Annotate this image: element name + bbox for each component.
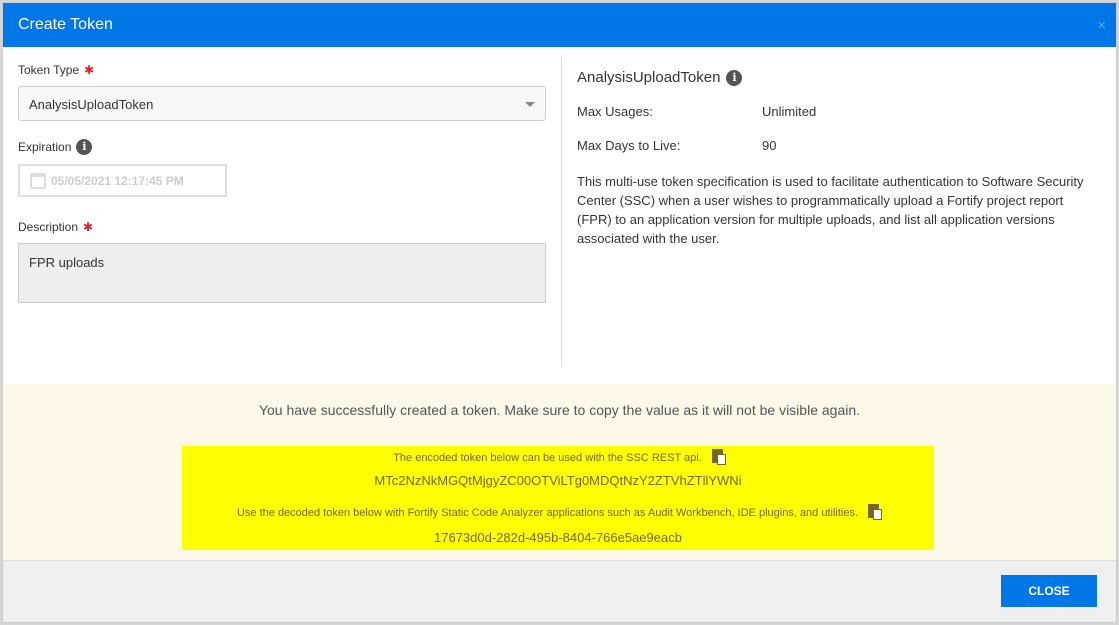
expiration-label: Expiration (18, 140, 72, 154)
required-icon: ✱ (84, 63, 95, 77)
close-icon[interactable]: × (1097, 17, 1106, 34)
dialog-footer: CLOSE (3, 560, 1116, 622)
token-box: The encoded token below can be used with… (182, 446, 934, 550)
max-usages-value: Unlimited (762, 104, 817, 119)
max-days-value: 90 (762, 138, 777, 153)
max-days-label: Max Days to Live: (577, 138, 681, 153)
token-type-value: AnalysisUploadToken (29, 97, 154, 112)
dialog-header: Create Token × (3, 3, 1116, 47)
success-panel: You have successfully created a token. M… (3, 384, 1116, 562)
copy-icon[interactable] (868, 504, 883, 520)
description-label: Description (18, 220, 79, 234)
decoded-token-label: Use the decoded token below with Fortify… (236, 507, 859, 519)
decoded-token: 17673d0d-282d-495b-8404-766e5ae9eacb (434, 530, 682, 545)
dialog-title: Create Token (18, 16, 113, 33)
success-message: You have successfully created a token. M… (258, 402, 861, 418)
info-icon[interactable]: i (76, 139, 93, 155)
close-button[interactable]: CLOSE (1001, 575, 1097, 607)
details-title: AnalysisUploadToken (577, 69, 721, 86)
required-icon: ✱ (83, 220, 94, 234)
encoded-token: MTc2NzNkMGQtMjgyZC00OTViLTg0MDQtNzY2ZTVh… (374, 473, 742, 488)
expiration-value: 05/05/2021 12:17:45 PM (51, 173, 184, 188)
create-token-dialog: Create Token × Token Type ✱ AnalysisUploa… (2, 2, 1117, 623)
token-type-label: Token Type (18, 63, 80, 77)
description-field[interactable]: FPR uploads (18, 243, 546, 303)
details-description: This multi-use token specification is us… (577, 174, 1084, 246)
copy-icon[interactable] (711, 449, 726, 465)
token-form: Token Type ✱ AnalysisUploadToken Expirati… (18, 63, 546, 303)
encoded-token-label: The encoded token below can be used with… (393, 452, 702, 464)
calendar-icon (30, 172, 46, 189)
chevron-down-icon (525, 102, 535, 107)
max-usages-label: Max Usages: (577, 104, 653, 119)
divider (561, 55, 562, 367)
info-icon[interactable]: i (726, 69, 743, 86)
token-type-select[interactable]: AnalysisUploadToken (18, 86, 546, 121)
token-details: AnalysisUploadToken i Max Usages: Unlimite… (577, 69, 1097, 248)
expiration-date-input: 05/05/2021 12:17:45 PM (18, 164, 227, 197)
